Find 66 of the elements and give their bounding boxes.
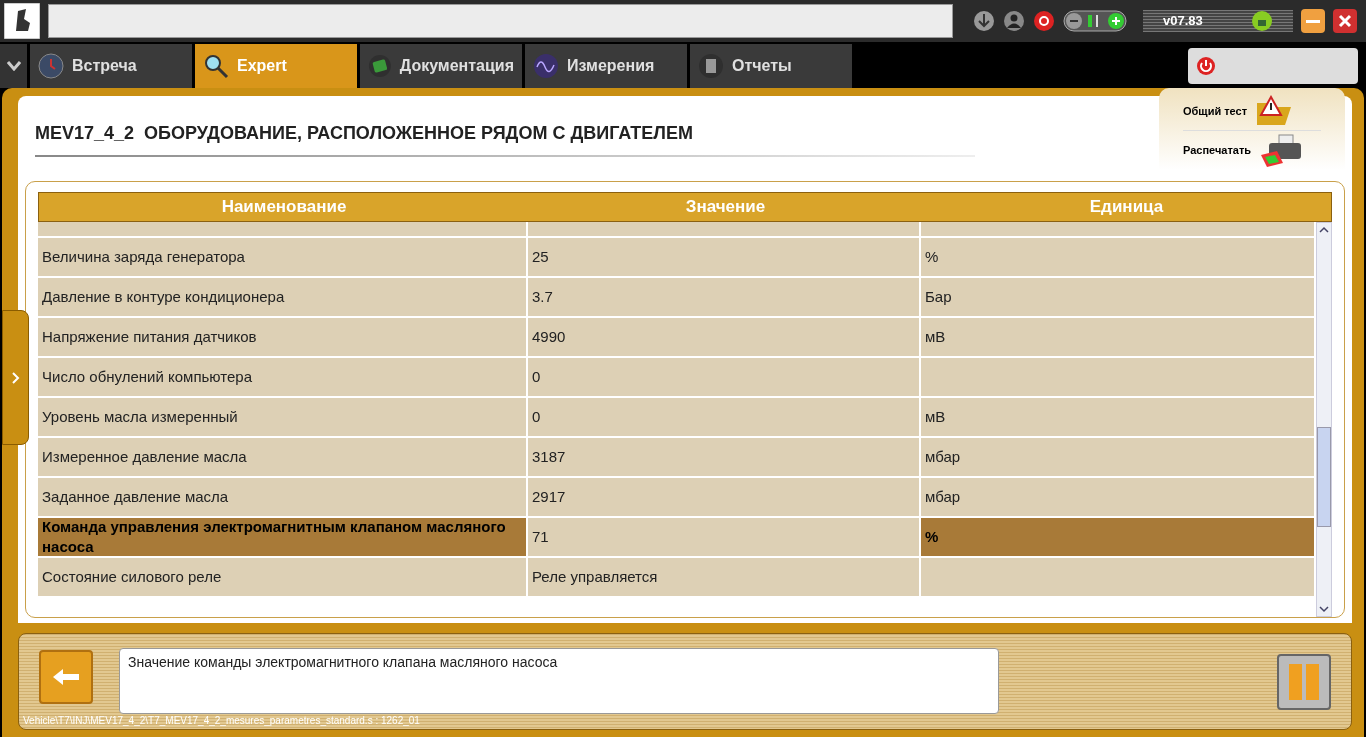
volume-slider-icon[interactable]: [1063, 10, 1127, 32]
chevron-right-icon: [11, 371, 20, 384]
close-icon: [1338, 14, 1352, 28]
table-cell[interactable]: 25: [528, 238, 919, 276]
table-cell[interactable]: %: [921, 238, 1314, 276]
pause-button[interactable]: [1277, 654, 1331, 710]
warning-folder-icon: [1255, 95, 1294, 127]
tab[interactable]: Измерения: [525, 44, 687, 88]
table-cell[interactable]: Число обнулений компьютера: [38, 358, 526, 396]
address-field[interactable]: [48, 4, 953, 38]
table-cell[interactable]: 71: [528, 518, 919, 556]
lock-icon[interactable]: [1251, 10, 1273, 32]
side-panel-handle[interactable]: [2, 310, 29, 445]
table-cell[interactable]: Состояние силового реле: [38, 558, 526, 596]
arrow-left-icon: [51, 667, 81, 687]
table-cell[interactable]: 0: [528, 398, 919, 436]
table-cell[interactable]: 0: [528, 358, 919, 396]
table-cell[interactable]: мВ: [921, 318, 1314, 356]
power-icon: [1196, 56, 1216, 76]
magnifier-icon: [203, 53, 229, 79]
table-cell[interactable]: Измеренное давление масла: [38, 438, 526, 476]
document-icon: [698, 53, 724, 79]
table-cell[interactable]: Величина заряда генератора: [38, 238, 526, 276]
table-cell[interactable]: мВ: [921, 398, 1314, 436]
table-cell[interactable]: мбар: [921, 438, 1314, 476]
table-cell[interactable]: [921, 358, 1314, 396]
action-button[interactable]: Распечатать: [1183, 131, 1321, 170]
table-cell[interactable]: Давление в контуре кондиционера: [38, 278, 526, 316]
column-header: Наименование: [220, 196, 348, 218]
action-button[interactable]: Общий тест: [1183, 92, 1321, 131]
version-label: v07.83: [1163, 12, 1203, 31]
table-cell[interactable]: Уровень масла измеренный: [38, 398, 526, 436]
book-icon: [368, 53, 392, 79]
download-icon[interactable]: [973, 10, 995, 32]
wave-icon: [533, 53, 559, 79]
minimize-button[interactable]: [1301, 9, 1325, 33]
script-path: Vehicle\T7\INJ\MEV17_4_2\T7_MEV17_4_2_mesures_parametres_standard.s : 1262_01: [23, 714, 420, 728]
scrollbar[interactable]: [1316, 222, 1332, 617]
scroll-thumb[interactable]: [1317, 427, 1331, 527]
user-icon[interactable]: [1003, 10, 1025, 32]
table-cell[interactable]: Бар: [921, 278, 1314, 316]
table-cell[interactable]: Напряжение питания датчиков: [38, 318, 526, 356]
tab[interactable]: Документация: [360, 44, 522, 88]
description-box: Значение команды электромагнитного клапана масляного насоса: [119, 648, 999, 714]
power-button[interactable]: [1188, 48, 1358, 84]
table-cell[interactable]: Команда управления электромагнитным клапаном масляного насоса: [38, 518, 526, 556]
printer-icon: [1259, 132, 1304, 169]
column-header: Единица: [1088, 196, 1165, 218]
table-cell[interactable]: мбар: [921, 478, 1314, 516]
close-button[interactable]: [1333, 9, 1357, 33]
tab[interactable]: Встреча: [30, 44, 192, 88]
table-cell[interactable]: Реле управляется: [528, 558, 919, 596]
table-cell[interactable]: %: [921, 518, 1314, 556]
table-cell[interactable]: 2917: [528, 478, 919, 516]
chevron-down-icon: [6, 61, 21, 71]
menu-toggle[interactable]: [0, 44, 27, 88]
table-cell[interactable]: Заданное давление масла: [38, 478, 526, 516]
column-header: Значение: [684, 196, 767, 218]
page-title: MEV17_4_2 ОБОРУДОВАНИЕ, РАСПОЛОЖЕННОЕ РЯДОМ С ДВИГАТЕЛЕМ: [35, 122, 694, 145]
back-button[interactable]: [39, 650, 93, 704]
table-cell[interactable]: [921, 558, 1314, 596]
table-cell[interactable]: 3.7: [528, 278, 919, 316]
table-cell[interactable]: 4990: [528, 318, 919, 356]
tab[interactable]: Отчеты: [690, 44, 852, 88]
clock-icon: [38, 53, 64, 79]
table-cell[interactable]: 3187: [528, 438, 919, 476]
